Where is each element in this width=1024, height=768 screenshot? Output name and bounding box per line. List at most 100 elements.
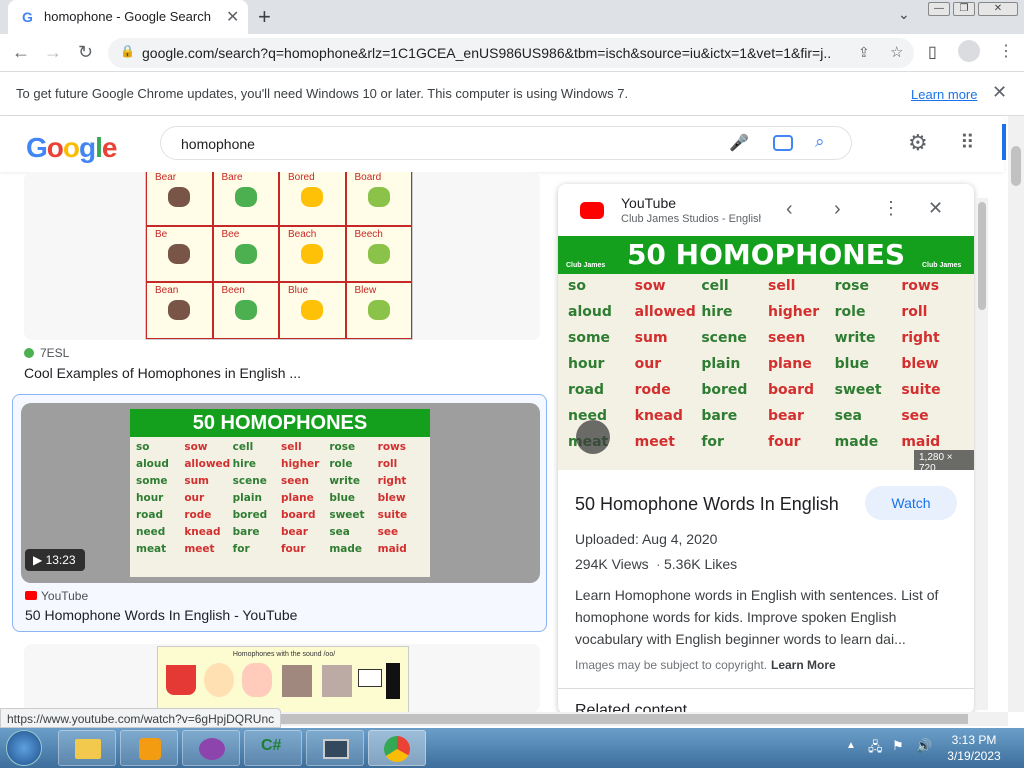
search-input[interactable]: homophone xyxy=(181,136,255,152)
google-doodle-logo[interactable]: Google xyxy=(26,132,117,164)
homophone-word: role xyxy=(329,458,353,470)
maximize-button[interactable]: ❐ xyxy=(953,2,975,16)
page-scrollbar-thumb[interactable] xyxy=(1011,146,1021,186)
homophone-word: rows xyxy=(901,278,940,294)
profile-avatar[interactable] xyxy=(958,40,980,62)
homophone-word: blue xyxy=(329,492,356,504)
result-title[interactable]: 50 Homophone Words In English - YouTube xyxy=(25,607,297,623)
tile-illustration xyxy=(168,187,191,207)
infobar-close-icon[interactable]: ✕ xyxy=(992,82,1007,103)
status-bar-url: https://www.youtube.com/watch?v=6gHpjDQR… xyxy=(0,708,282,728)
homophones-oo-image: Homophones with the sound /oo/ xyxy=(157,646,409,712)
tray-network-icon[interactable]: 🖧 xyxy=(868,738,883,760)
copyright-learn-more-link[interactable]: Learn More xyxy=(771,658,836,672)
minimize-button[interactable]: — xyxy=(928,2,950,16)
tray-action-center-icon[interactable]: ⚑ xyxy=(892,738,904,754)
homophone-word: role xyxy=(834,304,866,320)
homophone-word: right xyxy=(901,330,940,346)
mail-envelope-illustration xyxy=(358,669,382,687)
picture-word-tile: Bean xyxy=(146,282,213,339)
video-banner: 50 HOMOPHONES xyxy=(130,409,430,437)
settings-gear-icon[interactable]: ⚙ xyxy=(908,130,928,156)
homophone-word: rows xyxy=(377,441,406,453)
window-close-button[interactable]: ✕ xyxy=(978,2,1018,16)
taskbar-explorer-icon[interactable] xyxy=(58,730,116,766)
video-duration: 13:23 xyxy=(45,553,76,567)
page-scrollbar[interactable] xyxy=(1008,116,1024,712)
homophone-word: so xyxy=(568,278,586,294)
browser-tab[interactable]: G homophone - Google Search ✕ xyxy=(8,0,248,34)
bookmark-star-icon[interactable]: ☆ xyxy=(890,43,903,61)
next-chevron-icon[interactable]: › xyxy=(834,198,841,221)
lens-search-icon[interactable] xyxy=(576,420,610,454)
reload-icon[interactable]: ↻ xyxy=(78,42,93,63)
picture-word-tile: Bear xyxy=(146,172,213,226)
taskbar-remote-desktop-icon[interactable] xyxy=(306,730,364,766)
result-title[interactable]: Cool Examples of Homophones in English .… xyxy=(24,365,301,381)
homophone-word: sea xyxy=(834,408,862,424)
tray-volume-icon[interactable]: 🔊 xyxy=(916,738,932,754)
homophone-word: scene xyxy=(701,330,747,346)
taskbar-app-icon[interactable] xyxy=(182,730,240,766)
tile-word: Bare xyxy=(221,172,243,183)
result-source[interactable]: 7ESL xyxy=(40,346,69,360)
preview-image[interactable]: 50 HOMOPHONES Club James Club James so so… xyxy=(558,236,974,470)
homophone-word: plane xyxy=(280,492,314,504)
tile-word: Beach xyxy=(288,228,317,240)
tray-expand-icon[interactable]: ▲ xyxy=(846,740,856,751)
close-panel-icon[interactable]: ✕ xyxy=(928,198,943,219)
tab-search-chevron-icon[interactable]: ⌄ xyxy=(898,6,910,23)
start-button[interactable] xyxy=(6,730,42,766)
microphone-icon[interactable]: 🎤 xyxy=(729,133,749,153)
homophone-word: made xyxy=(834,434,879,450)
forward-arrow-icon[interactable]: → xyxy=(44,42,62,63)
selected-result-card[interactable]: 50 HOMOPHONES so sow cell sell rose rows aloud… xyxy=(12,394,547,632)
homophone-word: some xyxy=(568,330,611,346)
apps-grid-icon[interactable]: ⠿ xyxy=(960,130,975,155)
taskbar-csharp-icon[interactable]: C# xyxy=(244,730,302,766)
new-tab-button[interactable]: + xyxy=(258,4,271,30)
homophone-word: meet xyxy=(634,434,675,450)
video-thumbnail[interactable]: 50 HOMOPHONES so sow cell sell rose rows aloud… xyxy=(21,403,540,583)
homophone-word: cell xyxy=(232,441,254,453)
system-clock[interactable]: 3:13 PM 3/19/2023 xyxy=(944,732,1004,764)
infobar-message: To get future Google Chrome updates, you… xyxy=(16,86,629,101)
view-count: 294K Views xyxy=(575,556,649,572)
tab-close-icon[interactable]: ✕ xyxy=(226,7,239,27)
panel-source[interactable]: YouTube xyxy=(621,195,676,211)
animal-illustration xyxy=(282,665,312,697)
video-description: Learn Homophone words in English with se… xyxy=(575,587,939,647)
panel-scrollbar-thumb[interactable] xyxy=(978,202,986,310)
homophone-word: maid xyxy=(901,434,941,450)
address-bar[interactable]: 🔒 google.com/search?q=homophone&rlz=1C1G… xyxy=(108,38,914,68)
taskbar-chrome-icon[interactable] xyxy=(368,730,426,766)
search-box[interactable]: homophone 🎤 ⌕ xyxy=(160,126,852,160)
tile-illustration xyxy=(168,243,191,264)
result-source[interactable]: YouTube xyxy=(41,589,88,603)
picture-word-tile: Bored xyxy=(279,172,346,226)
lock-icon[interactable]: 🔒 xyxy=(120,44,135,58)
previous-chevron-icon[interactable]: ‹ xyxy=(786,198,793,221)
infobar-learn-more-link[interactable]: Learn more xyxy=(911,87,977,102)
camera-lens-icon[interactable] xyxy=(773,135,793,151)
watch-button[interactable]: Watch xyxy=(865,486,957,520)
side-panel-icon[interactable]: ▯ xyxy=(928,42,937,62)
back-arrow-icon[interactable]: ← xyxy=(12,42,30,63)
image-heading: Homophones with the sound /oo/ xyxy=(232,651,336,658)
tile-word: Blew xyxy=(354,285,377,297)
homophone-word: suite xyxy=(377,509,408,521)
share-icon[interactable]: ⇪ xyxy=(858,44,870,61)
more-options-icon[interactable]: ⋮ xyxy=(882,198,900,219)
url-text: google.com/search?q=homophone&rlz=1C1GCE… xyxy=(142,45,832,61)
result-image-card[interactable]: Bear Bare Bored Board Be Bee Beach Beech Bean Bee… xyxy=(24,172,540,340)
tile-word: Blue xyxy=(288,285,309,297)
header-accent-bar xyxy=(1002,124,1006,160)
homophone-word: allowed xyxy=(634,304,696,320)
homophone-word: sell xyxy=(767,278,796,294)
result-image-card[interactable]: Homophones with the sound /oo/ xyxy=(24,644,540,712)
chrome-menu-icon[interactable]: ⋮ xyxy=(998,41,1014,61)
search-icon[interactable]: ⌕ xyxy=(815,132,825,152)
panel-title[interactable]: 50 Homophone Words In English xyxy=(575,494,839,515)
panel-scrollbar[interactable] xyxy=(976,198,988,710)
taskbar-media-player-icon[interactable] xyxy=(120,730,178,766)
